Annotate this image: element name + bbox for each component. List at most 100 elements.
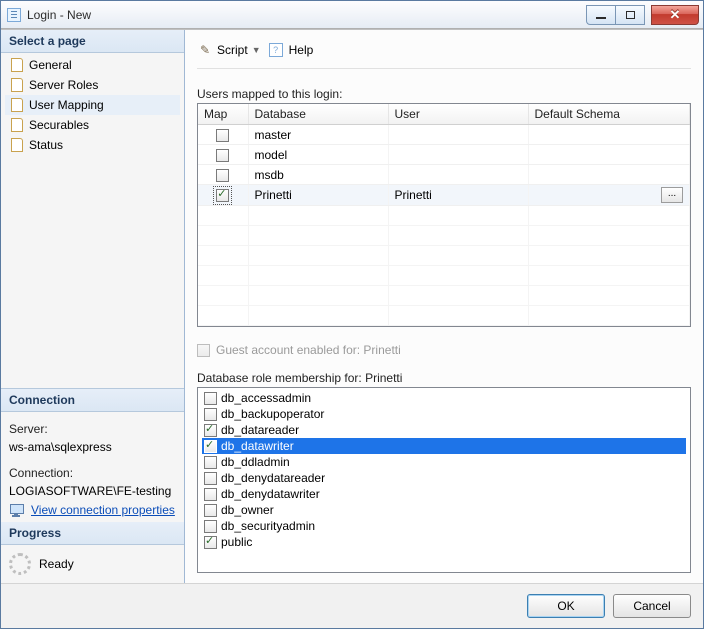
role-label: public (221, 535, 252, 549)
sidebar: Select a page General Server Roles User Ma… (1, 30, 185, 583)
role-label: db_denydatawriter (221, 487, 320, 501)
close-button[interactable]: ✕ (651, 5, 699, 25)
role-checkbox[interactable] (204, 504, 217, 517)
user-cell (388, 145, 528, 165)
page-icon (9, 117, 25, 133)
help-button[interactable]: ? Help (269, 43, 314, 57)
app-icon (7, 8, 21, 22)
role-label: db_backupoperator (221, 407, 324, 421)
login-dialog: Login - New ✕ Select a page General Serve… (0, 0, 704, 629)
role-label: db_datareader (221, 423, 299, 437)
ok-button[interactable]: OK (527, 594, 605, 618)
role-label: db_accessadmin (221, 391, 311, 405)
minimize-button[interactable] (586, 5, 616, 25)
help-label: Help (289, 43, 314, 57)
server-label: Server: (9, 420, 176, 438)
role-item-db_backupoperator[interactable]: db_backupoperator (202, 406, 686, 422)
map-checkbox[interactable] (216, 189, 229, 202)
page-icon (9, 57, 25, 73)
map-checkbox[interactable] (216, 169, 229, 182)
role-checkbox[interactable] (204, 440, 217, 453)
page-icon (9, 97, 25, 113)
role-checkbox[interactable] (204, 456, 217, 469)
sidebar-item-user-mapping[interactable]: User Mapping (5, 95, 180, 115)
sidebar-item-server-roles[interactable]: Server Roles (5, 75, 180, 95)
table-row[interactable]: PrinettiPrinetti... (198, 185, 690, 206)
role-label: db_datawriter (221, 439, 294, 453)
roles-list[interactable]: db_accessadmin db_backupoperator db_datare… (197, 387, 691, 573)
table-row-empty (198, 206, 690, 226)
progress-state: Ready (39, 557, 74, 571)
role-checkbox[interactable] (204, 520, 217, 533)
role-item-db_datareader[interactable]: db_datareader (202, 422, 686, 438)
maximize-button[interactable] (615, 5, 645, 25)
server-value: ws-ama\sqlexpress (9, 438, 176, 456)
col-map[interactable]: Map (198, 104, 248, 125)
role-label: db_ddladmin (221, 455, 290, 469)
cancel-button[interactable]: Cancel (613, 594, 691, 618)
role-checkbox[interactable] (204, 408, 217, 421)
role-item-db_owner[interactable]: db_owner (202, 502, 686, 518)
role-checkbox[interactable] (204, 472, 217, 485)
col-user[interactable]: User (388, 104, 528, 125)
role-item-db_ddladmin[interactable]: db_ddladmin (202, 454, 686, 470)
connection-label: Connection: (9, 464, 176, 482)
table-row-empty (198, 266, 690, 286)
users-mapped-label: Users mapped to this login: (197, 87, 691, 101)
script-label: Script (217, 43, 248, 57)
progress-spinner-icon (9, 553, 31, 575)
content-pane: Script ▼ ? Help Users mapped to this log… (185, 30, 703, 583)
sidebar-item-securables[interactable]: Securables (5, 115, 180, 135)
database-cell: master (248, 125, 388, 145)
select-page-header: Select a page (1, 30, 184, 53)
role-label: db_denydatareader (221, 471, 325, 485)
sidebar-item-status[interactable]: Status (5, 135, 180, 155)
role-item-db_datawriter[interactable]: db_datawriter (202, 438, 686, 454)
roles-label: Database role membership for: Prinetti (197, 371, 691, 385)
sidebar-item-label: User Mapping (29, 98, 104, 112)
role-checkbox[interactable] (204, 488, 217, 501)
table-row[interactable]: model (198, 145, 690, 165)
role-checkbox[interactable] (204, 536, 217, 549)
window-buttons: ✕ (587, 5, 699, 25)
user-cell: Prinetti (388, 185, 528, 206)
view-connection-properties-link[interactable]: View connection properties (31, 501, 175, 519)
map-checkbox[interactable] (216, 129, 229, 142)
script-icon (197, 42, 213, 58)
help-icon: ? (269, 43, 283, 57)
role-item-public[interactable]: public (202, 534, 686, 550)
browse-schema-button[interactable]: ... (661, 187, 683, 203)
role-item-db_accessadmin[interactable]: db_accessadmin (202, 390, 686, 406)
role-checkbox[interactable] (204, 392, 217, 405)
titlebar[interactable]: Login - New ✕ (1, 1, 703, 29)
page-icon (9, 77, 25, 93)
role-label: db_securityadmin (221, 519, 315, 533)
sidebar-item-label: Status (29, 138, 63, 152)
checkbox-icon (197, 344, 210, 357)
role-label: db_owner (221, 503, 274, 517)
user-cell (388, 165, 528, 185)
dialog-footer: OK Cancel (1, 583, 703, 628)
map-checkbox[interactable] (216, 149, 229, 162)
window-title: Login - New (27, 8, 91, 22)
table-row[interactable]: master (198, 125, 690, 145)
col-database[interactable]: Database (248, 104, 388, 125)
connection-header: Connection (1, 389, 184, 412)
chevron-down-icon: ▼ (252, 45, 261, 55)
database-cell: msdb (248, 165, 388, 185)
connection-value: LOGIASOFTWARE\FE-testing (9, 482, 176, 500)
users-mapped-table[interactable]: Map Database User Default Schema masterm… (197, 103, 691, 327)
script-button[interactable]: Script ▼ (197, 42, 261, 58)
sidebar-item-general[interactable]: General (5, 55, 180, 75)
table-row[interactable]: msdb (198, 165, 690, 185)
sidebar-item-label: Server Roles (29, 78, 98, 92)
col-schema[interactable]: Default Schema (528, 104, 690, 125)
role-checkbox[interactable] (204, 424, 217, 437)
guest-account-checkbox: Guest account enabled for: Prinetti (197, 343, 691, 357)
table-row-empty (198, 286, 690, 306)
role-item-db_securityadmin[interactable]: db_securityadmin (202, 518, 686, 534)
role-item-db_denydatawriter[interactable]: db_denydatawriter (202, 486, 686, 502)
guest-account-label: Guest account enabled for: Prinetti (216, 343, 401, 357)
role-item-db_denydatareader[interactable]: db_denydatareader (202, 470, 686, 486)
table-row-empty (198, 226, 690, 246)
